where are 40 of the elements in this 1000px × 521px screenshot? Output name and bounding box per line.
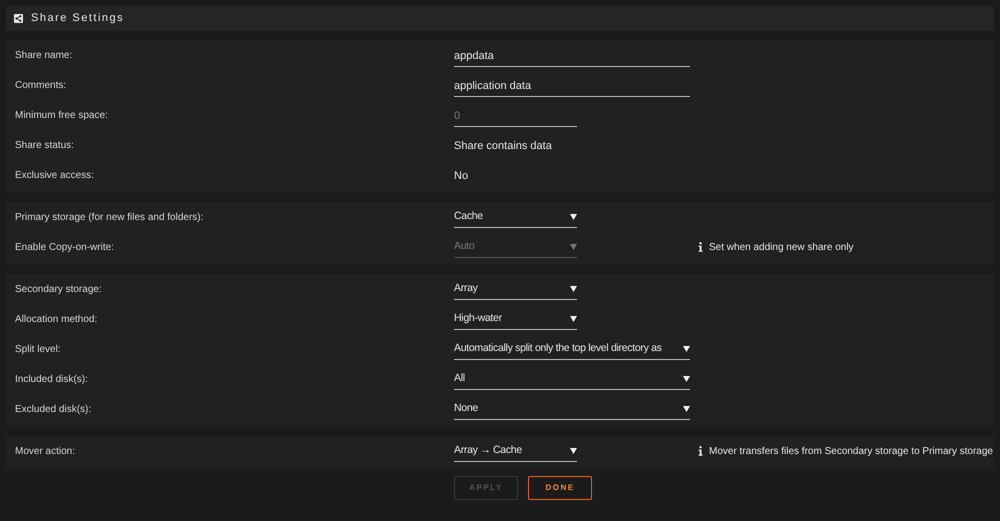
text-field[interactable]: 0	[454, 105, 577, 128]
field-label: Comments:	[14, 78, 68, 92]
field-value: Share contains data	[454, 140, 552, 152]
field-label: Secondary storage:	[14, 282, 103, 296]
field-label: Exclusive access:	[14, 168, 95, 182]
dropdown-select[interactable]: Automatically split only the top level directory as	[454, 338, 690, 360]
text-field[interactable]: appdata	[454, 45, 690, 68]
caret-icon	[683, 406, 690, 412]
field-label: Excluded disk(s):	[14, 402, 92, 416]
caret-icon	[570, 316, 577, 322]
dropdown-select[interactable]: None	[454, 398, 690, 420]
caret-icon	[570, 286, 577, 292]
dropdown-select[interactable]: Array → Cache	[454, 440, 577, 462]
info-icon	[698, 242, 703, 252]
done-button[interactable]: DONE	[528, 476, 592, 500]
field-value: No	[454, 170, 468, 182]
dropdown-select[interactable]: Cache	[454, 206, 577, 228]
share-icon	[14, 14, 23, 23]
caret-icon	[570, 214, 577, 220]
info-icon	[698, 446, 703, 456]
field-label: Share name:	[14, 48, 74, 62]
field-label: Split level:	[14, 342, 62, 356]
dropdown-select[interactable]: High-water	[454, 308, 577, 330]
help-note: Mover transfers files from Secondary storage to Primary storage	[709, 444, 993, 458]
help-note: Set when adding new share only	[709, 240, 854, 254]
caret-icon	[683, 376, 690, 382]
field-label: Included disk(s):	[14, 372, 89, 386]
field-label: Enable Copy-on-write:	[14, 240, 115, 254]
page-title: Share Settings	[31, 11, 124, 26]
field-label: Mover action:	[14, 444, 76, 458]
caret-icon	[570, 448, 577, 454]
dropdown-select[interactable]: Array	[454, 278, 577, 300]
caret-icon	[570, 244, 577, 250]
caret-icon	[683, 346, 690, 352]
text-field[interactable]: application data	[454, 75, 690, 98]
field-label: Share status:	[14, 138, 75, 152]
dropdown-select[interactable]: All	[454, 368, 690, 390]
field-label: Minimum free space:	[14, 108, 109, 122]
field-label: Primary storage (for new files and folders):	[14, 210, 204, 224]
field-label: Allocation method:	[14, 312, 98, 326]
